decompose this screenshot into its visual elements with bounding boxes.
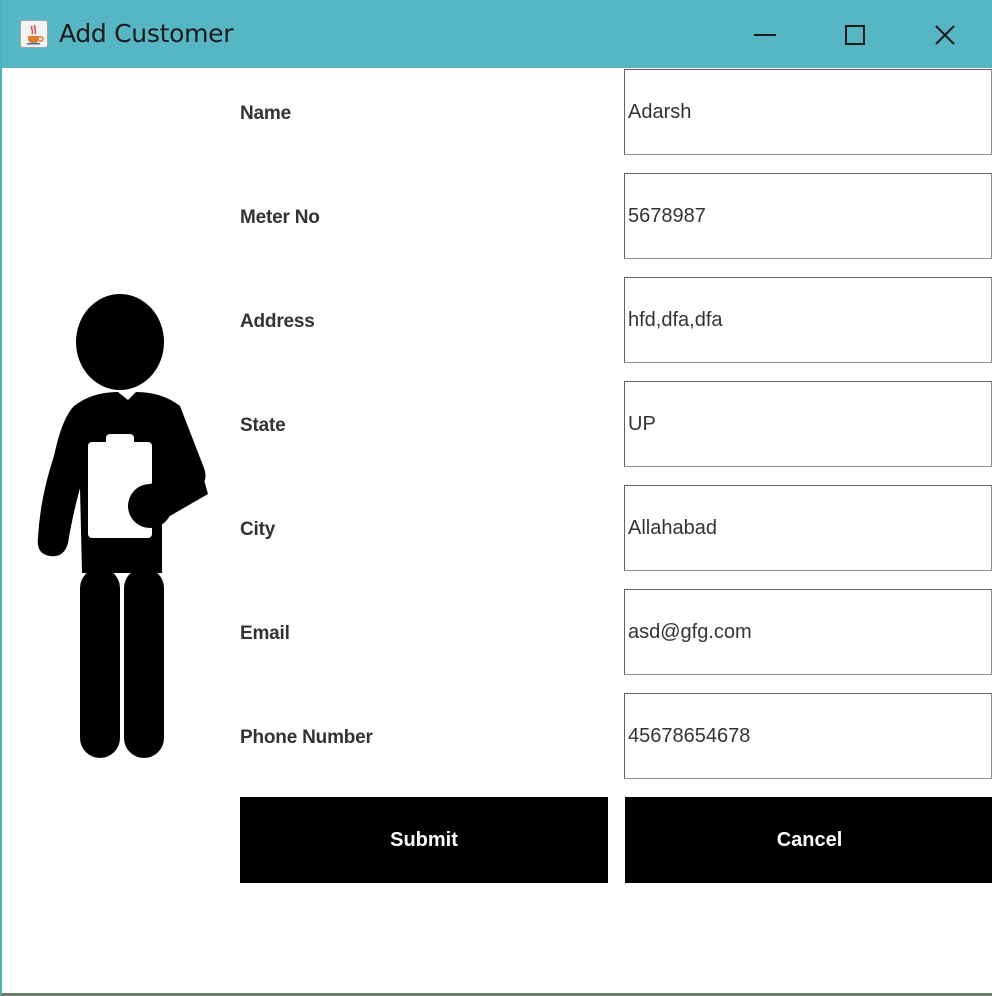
name-field[interactable] (624, 69, 992, 155)
city-field[interactable] (624, 485, 992, 571)
cancel-button[interactable]: Cancel (625, 797, 992, 883)
phone-number-field[interactable] (624, 693, 992, 779)
maximize-button[interactable] (832, 14, 878, 56)
maximize-icon (845, 25, 865, 45)
java-cup-icon[interactable] (20, 20, 48, 48)
meter-no-label: Meter No (240, 207, 320, 228)
state-field[interactable] (624, 381, 992, 467)
submit-button[interactable]: Submit (240, 797, 608, 883)
email-label: Email (240, 623, 290, 644)
minimize-icon (754, 34, 776, 36)
email-field[interactable] (624, 589, 992, 675)
title-bar[interactable]: Add Customer (2, 0, 992, 68)
phone-number-label: Phone Number (240, 727, 373, 748)
close-button[interactable] (922, 14, 968, 56)
name-label: Name (240, 103, 291, 124)
state-label: State (240, 415, 286, 436)
person-with-clipboard-icon (32, 288, 212, 773)
close-icon (935, 25, 955, 45)
window-title: Add Customer (59, 19, 234, 48)
meter-no-field[interactable] (624, 173, 992, 259)
minimize-button[interactable] (742, 14, 788, 56)
add-customer-window: Add Customer Name Meter No Address State… (0, 0, 992, 996)
address-label: Address (240, 311, 315, 332)
address-field[interactable] (624, 277, 992, 363)
city-label: City (240, 519, 276, 540)
